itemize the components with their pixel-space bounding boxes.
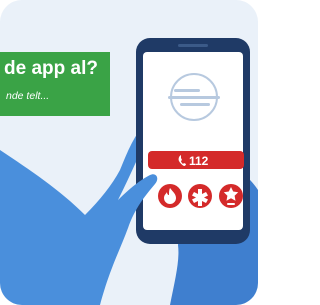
logo-line-3: [180, 103, 210, 106]
question-banner: de app al? nde telt...: [0, 52, 110, 116]
phone-speaker: [178, 44, 208, 47]
call-112-label: 112: [189, 154, 209, 168]
police-service-icon[interactable]: [219, 184, 243, 208]
banner-subtitle: nde telt...: [6, 90, 50, 102]
phone-illustration: 112: [0, 38, 258, 305]
logo-line-2: [168, 96, 220, 99]
logo-line-1: [174, 89, 200, 92]
medical-service-icon[interactable]: [188, 184, 212, 208]
illustration-card: 112 de app al? nde telt...: [0, 0, 258, 305]
banner-title: de app al?: [4, 58, 98, 79]
fire-service-icon[interactable]: [158, 184, 182, 208]
